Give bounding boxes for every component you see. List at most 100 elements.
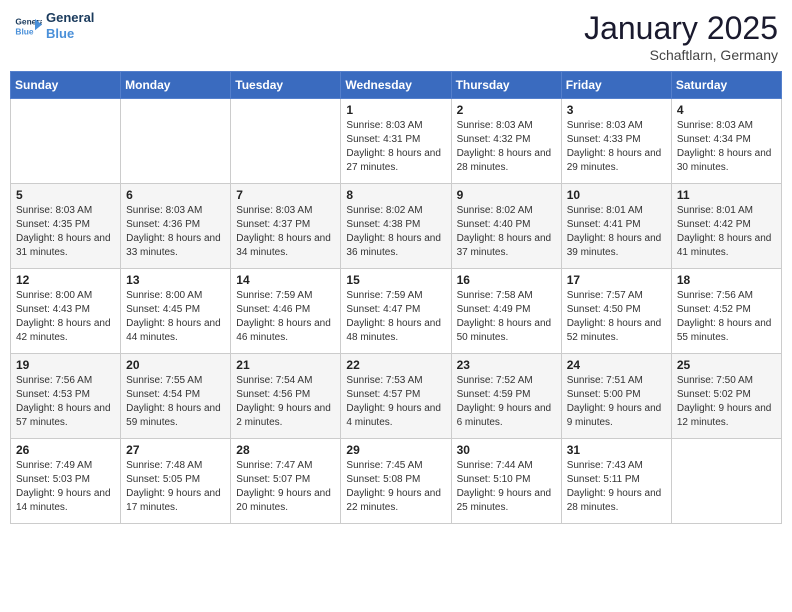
day-number: 15: [346, 273, 445, 287]
header-day-sunday: Sunday: [11, 72, 121, 99]
day-cell: 5Sunrise: 8:03 AM Sunset: 4:35 PM Daylig…: [11, 184, 121, 269]
day-number: 16: [457, 273, 556, 287]
header-day-friday: Friday: [561, 72, 671, 99]
day-cell: 15Sunrise: 7:59 AM Sunset: 4:47 PM Dayli…: [341, 269, 451, 354]
day-number: 27: [126, 443, 225, 457]
day-info: Sunrise: 8:00 AM Sunset: 4:43 PM Dayligh…: [16, 289, 115, 345]
day-number: 21: [236, 358, 335, 372]
day-number: 14: [236, 273, 335, 287]
day-number: 8: [346, 188, 445, 202]
day-info: Sunrise: 7:55 AM Sunset: 4:54 PM Dayligh…: [126, 374, 225, 430]
header-day-thursday: Thursday: [451, 72, 561, 99]
day-cell: 21 Sunrise: 7:54 AM Sunset: 4:56 PM Dayli…: [231, 354, 341, 439]
calendar-subtitle: Schaftlarn, Germany: [584, 47, 778, 63]
day-number: 19: [16, 358, 115, 372]
day-info: Sunrise: 8:01 AM Sunset: 4:42 PM Dayligh…: [677, 204, 776, 260]
week-row-3: 12 Sunrise: 8:00 AM Sunset: 4:43 PM Dayli…: [11, 269, 782, 354]
header-day-wednesday: Wednesday: [341, 72, 451, 99]
day-number: 9: [457, 188, 556, 202]
day-info: Sunrise: 7:50 AM Sunset: 5:02 PM Dayligh…: [677, 374, 776, 430]
day-number: 25: [677, 358, 776, 372]
day-number: 17: [567, 273, 666, 287]
day-number: 10: [567, 188, 666, 202]
week-row-2: 5Sunrise: 8:03 AM Sunset: 4:35 PM Daylig…: [11, 184, 782, 269]
svg-text:Blue: Blue: [15, 26, 33, 36]
day-number: 26: [16, 443, 115, 457]
week-row-1: 1Sunrise: 8:03 AM Sunset: 4:31 PM Daylig…: [11, 99, 782, 184]
day-info: Sunrise: 7:48 AM Sunset: 5:05 PM Dayligh…: [126, 459, 225, 515]
day-info: Sunrise: 8:03 AM Sunset: 4:36 PM Dayligh…: [126, 204, 225, 260]
day-cell: 10 Sunrise: 8:01 AM Sunset: 4:41 PM Dayli…: [561, 184, 671, 269]
day-cell: 7 Sunrise: 8:03 AM Sunset: 4:37 PM Daylig…: [231, 184, 341, 269]
day-number: 29: [346, 443, 445, 457]
page-header: General Blue General Blue January 2025 S…: [10, 10, 782, 63]
day-info: Sunrise: 7:45 AM Sunset: 5:08 PM Dayligh…: [346, 459, 445, 515]
day-cell: 6 Sunrise: 8:03 AM Sunset: 4:36 PM Daylig…: [121, 184, 231, 269]
day-cell: 11 Sunrise: 8:01 AM Sunset: 4:42 PM Dayli…: [671, 184, 781, 269]
day-cell: 16 Sunrise: 7:58 AM Sunset: 4:49 PM Dayli…: [451, 269, 561, 354]
day-cell: 8 Sunrise: 8:02 AM Sunset: 4:38 PM Daylig…: [341, 184, 451, 269]
day-info: Sunrise: 7:43 AM Sunset: 5:11 PM Dayligh…: [567, 459, 666, 515]
day-info: Sunrise: 8:03 AM Sunset: 4:32 PM Dayligh…: [457, 119, 556, 175]
day-info: Sunrise: 8:01 AM Sunset: 4:41 PM Dayligh…: [567, 204, 666, 260]
day-cell: 14 Sunrise: 7:59 AM Sunset: 4:46 PM Dayli…: [231, 269, 341, 354]
day-info: Sunrise: 7:58 AM Sunset: 4:49 PM Dayligh…: [457, 289, 556, 345]
day-cell: 27 Sunrise: 7:48 AM Sunset: 5:05 PM Dayli…: [121, 439, 231, 524]
day-number: 20: [126, 358, 225, 372]
day-number: 3: [567, 103, 666, 117]
day-number: 7: [236, 188, 335, 202]
day-info: Sunrise: 8:03 AM Sunset: 4:37 PM Dayligh…: [236, 204, 335, 260]
day-info: Sunrise: 8:02 AM Sunset: 4:38 PM Dayligh…: [346, 204, 445, 260]
day-info: Sunrise: 8:03 AM Sunset: 4:33 PM Dayligh…: [567, 119, 666, 175]
day-info: Sunrise: 8:02 AM Sunset: 4:40 PM Dayligh…: [457, 204, 556, 260]
week-row-4: 19Sunrise: 7:56 AM Sunset: 4:53 PM Dayli…: [11, 354, 782, 439]
day-cell: 2 Sunrise: 8:03 AM Sunset: 4:32 PM Daylig…: [451, 99, 561, 184]
day-info: Sunrise: 7:54 AM Sunset: 4:56 PM Dayligh…: [236, 374, 335, 430]
week-row-5: 26 Sunrise: 7:49 AM Sunset: 5:03 PM Dayli…: [11, 439, 782, 524]
day-info: Sunrise: 7:52 AM Sunset: 4:59 PM Dayligh…: [457, 374, 556, 430]
day-cell: 29 Sunrise: 7:45 AM Sunset: 5:08 PM Dayli…: [341, 439, 451, 524]
day-number: 23: [457, 358, 556, 372]
day-cell: 24 Sunrise: 7:51 AM Sunset: 5:00 PM Dayli…: [561, 354, 671, 439]
day-number: 6: [126, 188, 225, 202]
day-info: Sunrise: 7:59 AM Sunset: 4:46 PM Dayligh…: [236, 289, 335, 345]
day-number: 24: [567, 358, 666, 372]
day-cell: 25 Sunrise: 7:50 AM Sunset: 5:02 PM Dayli…: [671, 354, 781, 439]
calendar-header: SundayMondayTuesdayWednesdayThursdayFrid…: [11, 72, 782, 99]
day-cell: 23 Sunrise: 7:52 AM Sunset: 4:59 PM Dayli…: [451, 354, 561, 439]
day-cell: 12 Sunrise: 8:00 AM Sunset: 4:43 PM Dayli…: [11, 269, 121, 354]
day-cell: 9 Sunrise: 8:02 AM Sunset: 4:40 PM Daylig…: [451, 184, 561, 269]
day-number: 4: [677, 103, 776, 117]
day-cell: 20 Sunrise: 7:55 AM Sunset: 4:54 PM Dayli…: [121, 354, 231, 439]
day-cell: 17 Sunrise: 7:57 AM Sunset: 4:50 PM Dayli…: [561, 269, 671, 354]
day-number: 2: [457, 103, 556, 117]
day-info: Sunrise: 8:03 AM Sunset: 4:31 PM Dayligh…: [346, 119, 445, 175]
day-info: Sunrise: 7:44 AM Sunset: 5:10 PM Dayligh…: [457, 459, 556, 515]
day-number: 18: [677, 273, 776, 287]
day-cell: 4 Sunrise: 8:03 AM Sunset: 4:34 PM Daylig…: [671, 99, 781, 184]
day-info: Sunrise: 8:00 AM Sunset: 4:45 PM Dayligh…: [126, 289, 225, 345]
day-info: Sunrise: 7:56 AM Sunset: 4:52 PM Dayligh…: [677, 289, 776, 345]
day-number: 11: [677, 188, 776, 202]
header-day-tuesday: Tuesday: [231, 72, 341, 99]
day-cell: 13Sunrise: 8:00 AM Sunset: 4:45 PM Dayli…: [121, 269, 231, 354]
day-info: Sunrise: 7:51 AM Sunset: 5:00 PM Dayligh…: [567, 374, 666, 430]
day-cell: 19Sunrise: 7:56 AM Sunset: 4:53 PM Dayli…: [11, 354, 121, 439]
logo-blue: Blue: [46, 26, 94, 42]
day-info: Sunrise: 8:03 AM Sunset: 4:34 PM Dayligh…: [677, 119, 776, 175]
day-cell: 22Sunrise: 7:53 AM Sunset: 4:57 PM Dayli…: [341, 354, 451, 439]
header-row: SundayMondayTuesdayWednesdayThursdayFrid…: [11, 72, 782, 99]
header-day-saturday: Saturday: [671, 72, 781, 99]
day-cell: [11, 99, 121, 184]
day-cell: 26 Sunrise: 7:49 AM Sunset: 5:03 PM Dayli…: [11, 439, 121, 524]
header-day-monday: Monday: [121, 72, 231, 99]
day-cell: 30 Sunrise: 7:44 AM Sunset: 5:10 PM Dayli…: [451, 439, 561, 524]
title-block: January 2025 Schaftlarn, Germany: [584, 10, 778, 63]
day-info: Sunrise: 7:57 AM Sunset: 4:50 PM Dayligh…: [567, 289, 666, 345]
calendar-body: 1Sunrise: 8:03 AM Sunset: 4:31 PM Daylig…: [11, 99, 782, 524]
logo: General Blue General Blue: [14, 10, 94, 41]
day-info: Sunrise: 7:47 AM Sunset: 5:07 PM Dayligh…: [236, 459, 335, 515]
day-number: 30: [457, 443, 556, 457]
day-number: 12: [16, 273, 115, 287]
day-info: Sunrise: 7:49 AM Sunset: 5:03 PM Dayligh…: [16, 459, 115, 515]
